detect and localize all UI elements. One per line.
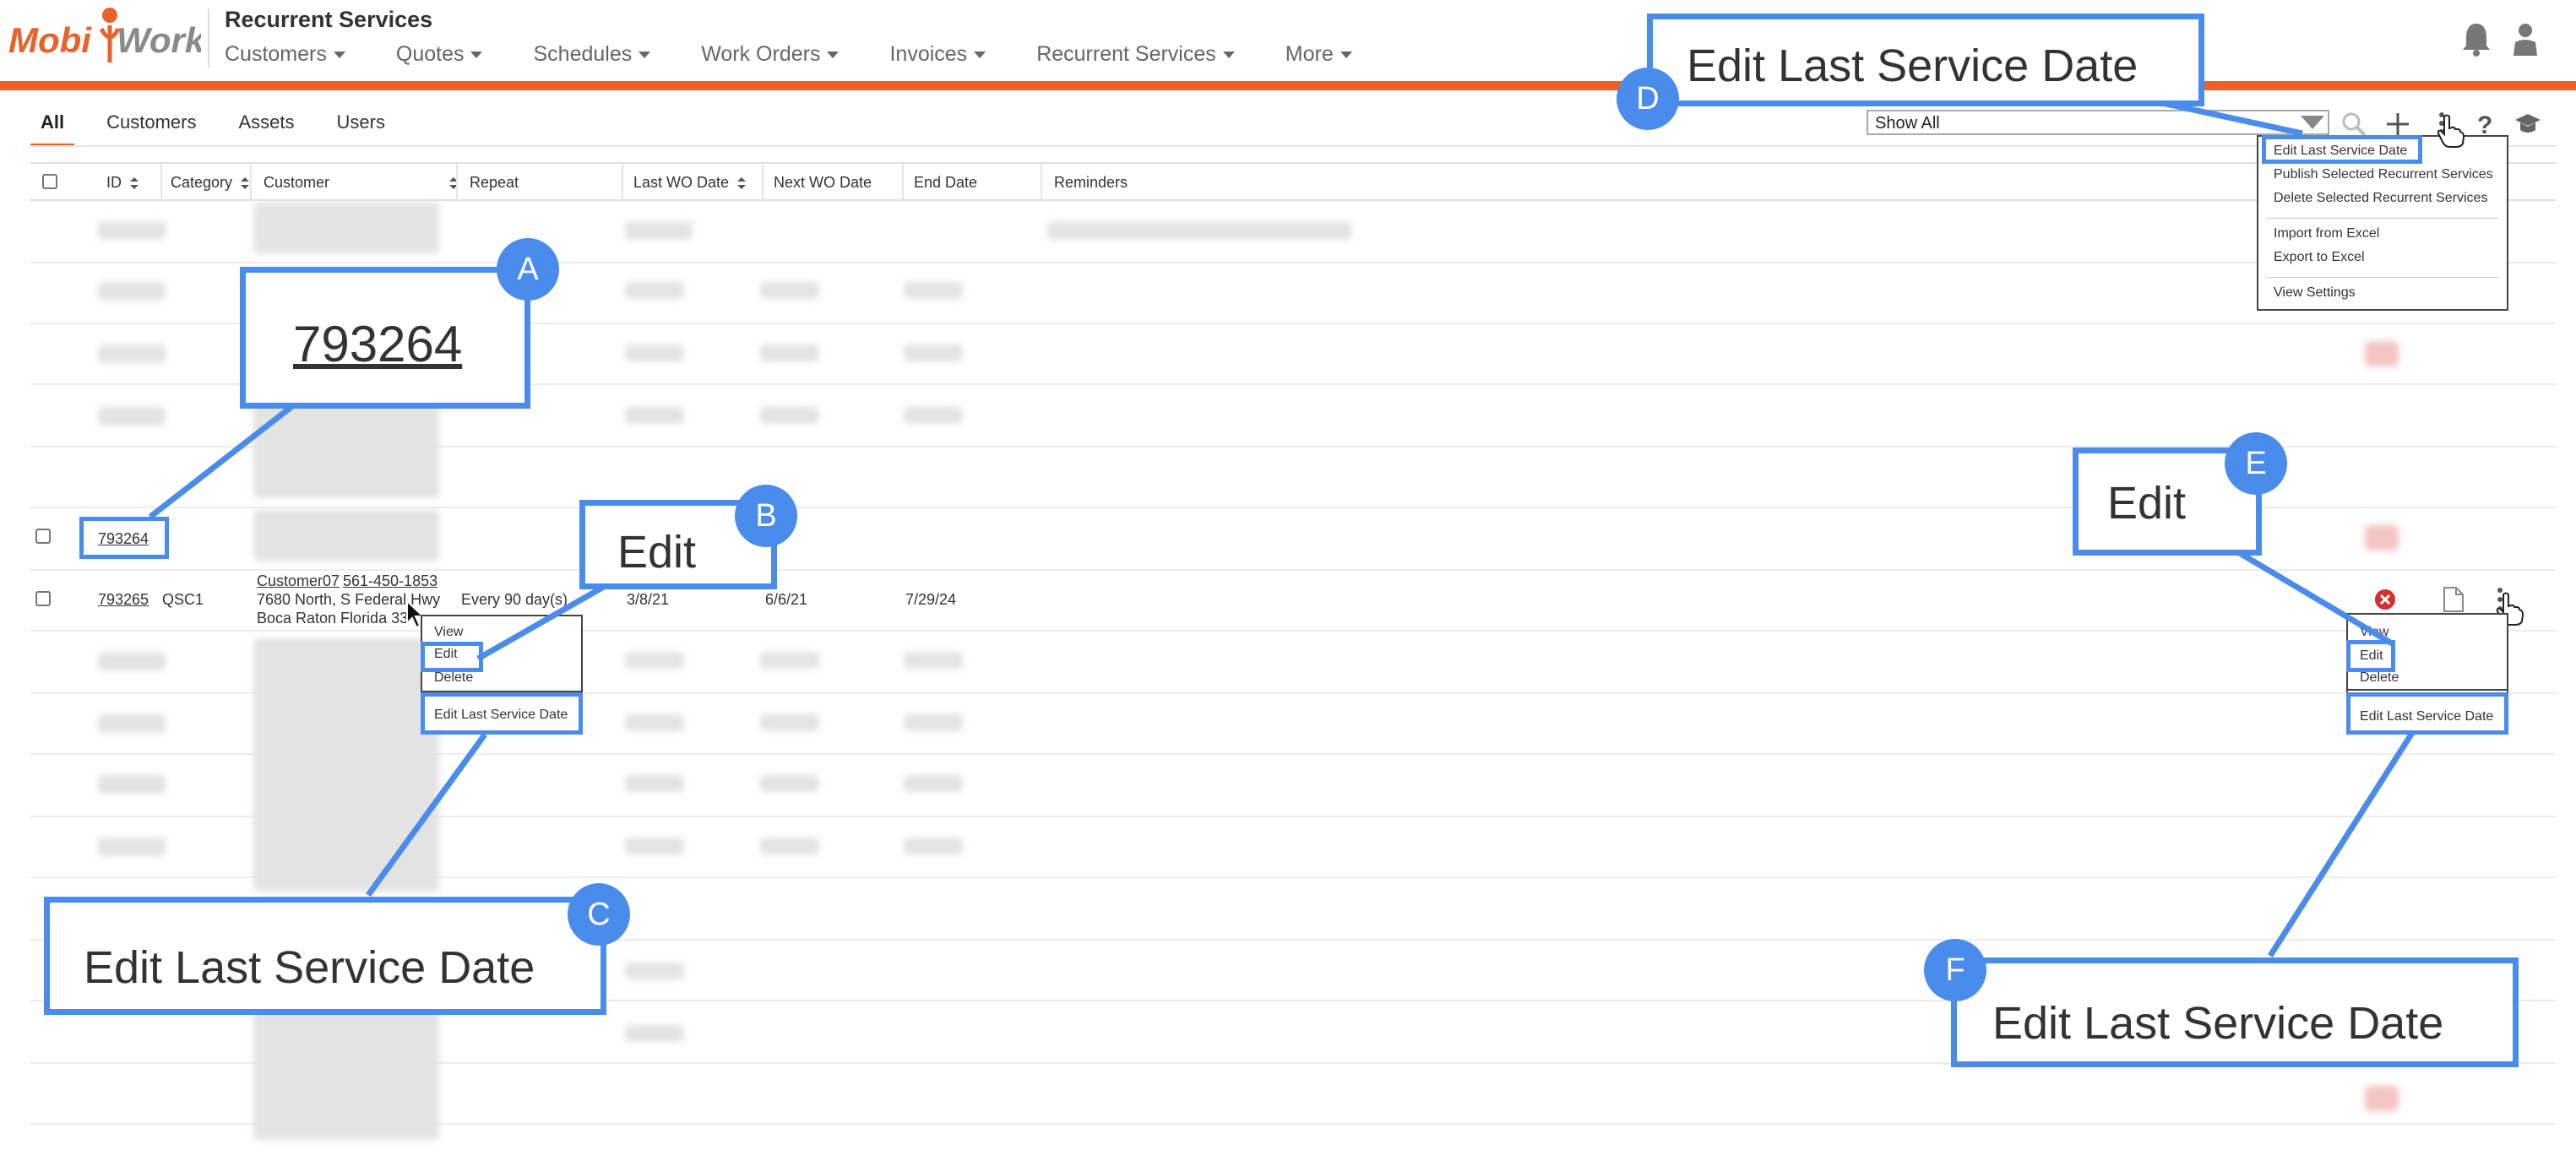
callout-badge: A xyxy=(497,238,559,301)
callout-text: Edit Last Service Date xyxy=(1687,41,2139,91)
highlight-edit xyxy=(2346,640,2395,672)
highlight-edit-last-service-date xyxy=(421,692,583,735)
callout-badge: E xyxy=(2225,432,2287,495)
callout-d: Edit Last Service Date xyxy=(1647,14,2204,106)
callout-badge: F xyxy=(1924,939,1986,1001)
callout-text: Edit Last Service Date xyxy=(1992,998,2444,1049)
callout-badge: C xyxy=(568,883,630,946)
callout-text: Edit Last Service Date xyxy=(84,942,535,993)
callout-text: Edit xyxy=(617,527,697,578)
highlight-edit xyxy=(421,642,483,672)
highlight-edit-last-service-date xyxy=(2262,135,2422,164)
callout-badge: D xyxy=(1617,68,1679,130)
highlight-row-id xyxy=(79,517,169,559)
callout-f: Edit Last Service Date xyxy=(1951,957,2519,1067)
callout-badge: B xyxy=(735,485,797,547)
callout-text: 793264 xyxy=(293,316,463,372)
callout-a: 793264 xyxy=(240,267,530,409)
highlight-edit-last-service-date xyxy=(2346,692,2508,735)
callout-text: Edit xyxy=(2107,478,2187,529)
callout-c: Edit Last Service Date xyxy=(44,897,606,1015)
